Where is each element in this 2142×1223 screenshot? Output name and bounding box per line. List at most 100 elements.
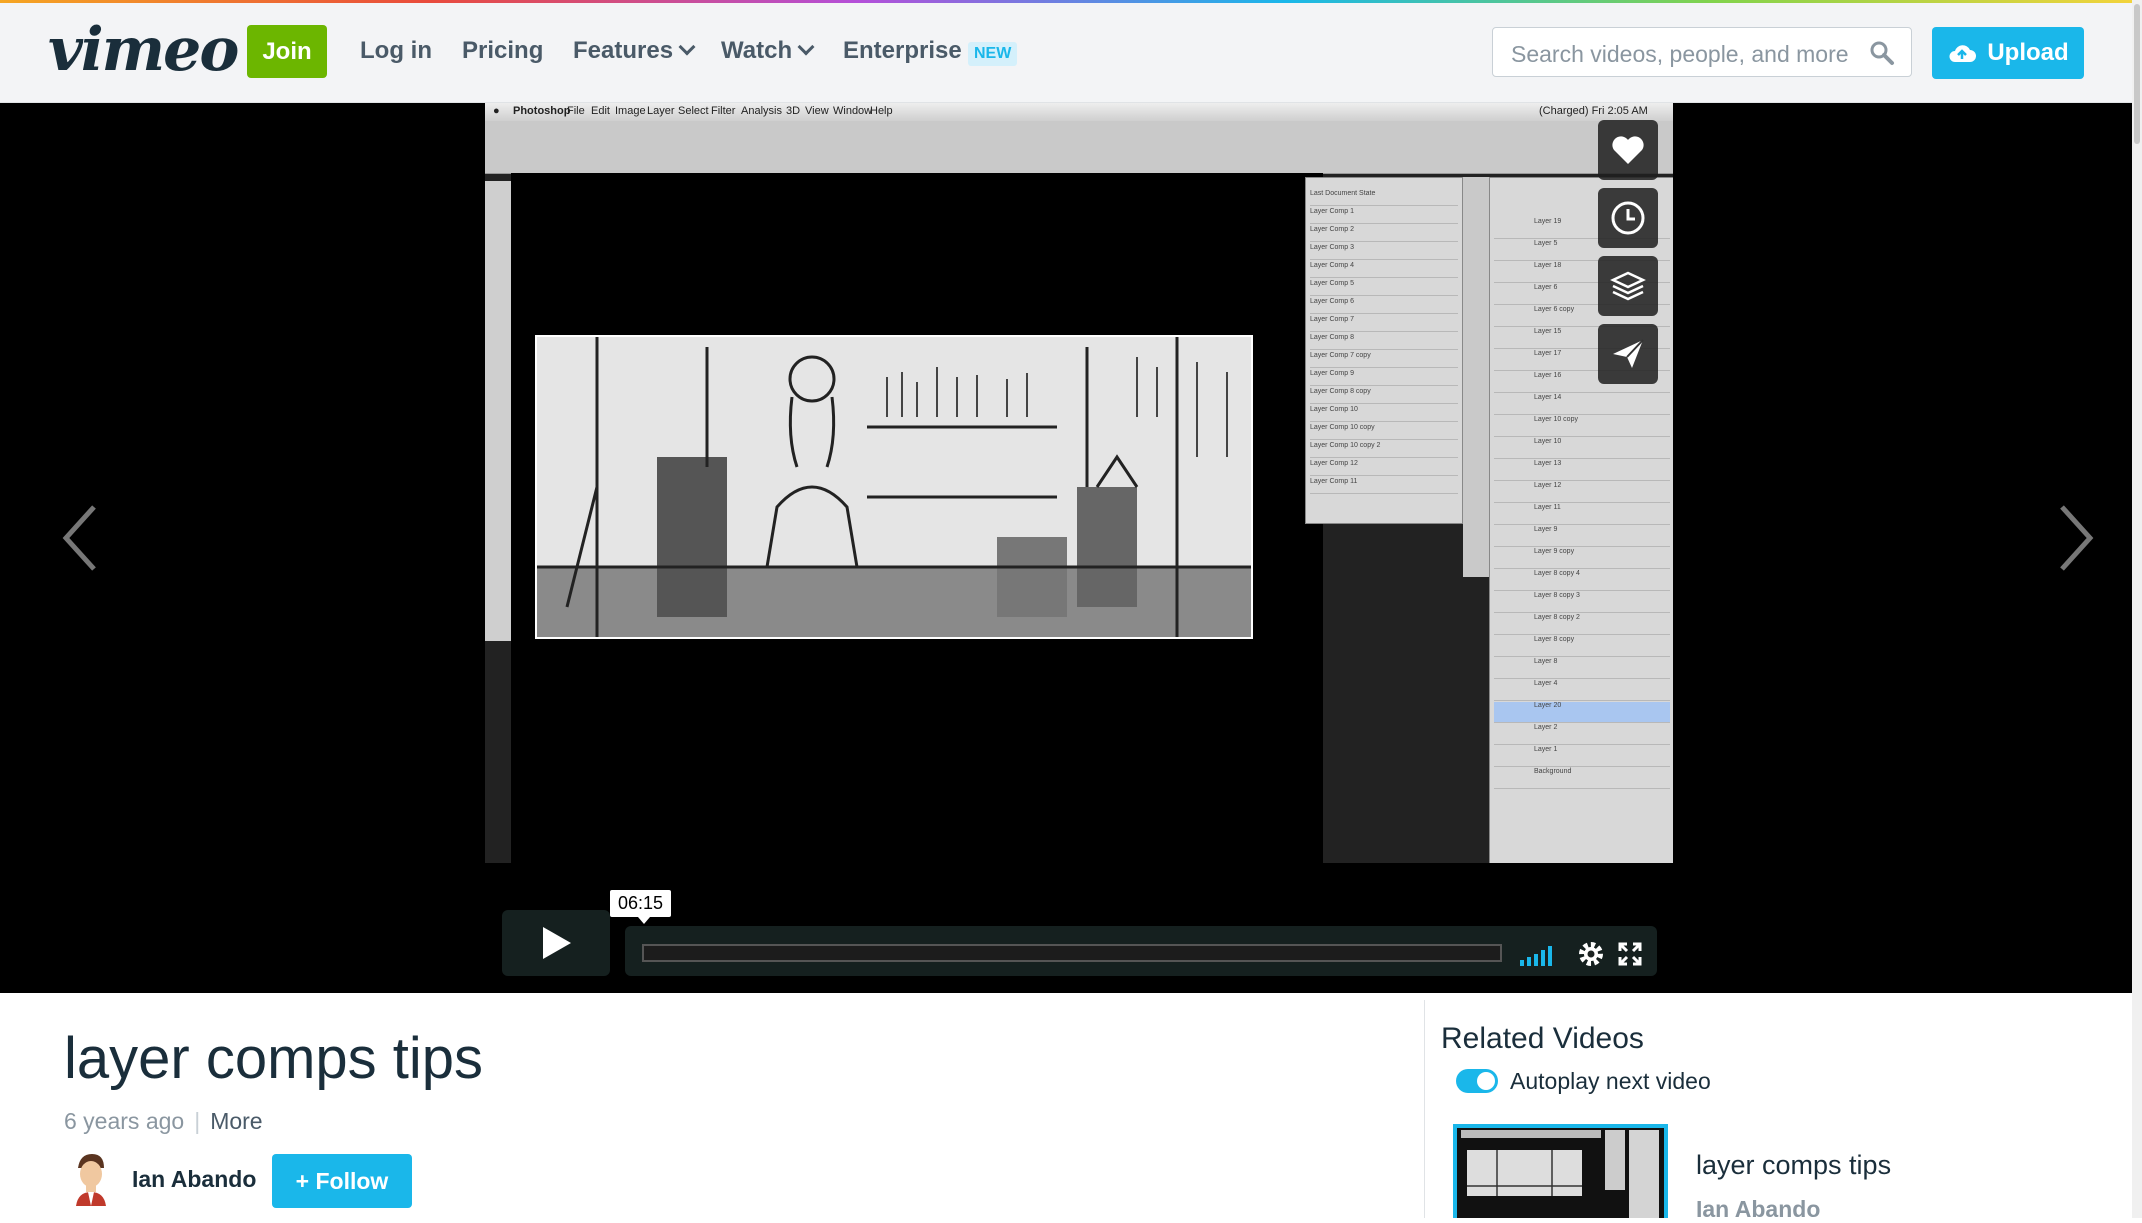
layer-comp-row: Layer Comp 7 copy (1310, 352, 1458, 368)
nav-watch[interactable]: Watch (721, 37, 815, 65)
follow-button[interactable]: + Follow (272, 1154, 412, 1208)
ps-status-text: (Charged) Fri 2:05 AM (1539, 105, 1648, 117)
settings-gear-icon[interactable] (1577, 940, 1605, 968)
sketch-drawing (537, 337, 1251, 637)
layer-comp-row: Layer Comp 4 (1310, 262, 1458, 278)
like-button[interactable] (1598, 120, 1658, 180)
layer-comp-row: Layer Comp 12 (1310, 460, 1458, 476)
ps-menu-item: Edit (591, 105, 610, 117)
layer-row: Layer 20 (1494, 702, 1670, 723)
ps-panel-icons (1463, 177, 1489, 577)
nav-login[interactable]: Log in (360, 37, 432, 65)
layer-row: Background (1494, 768, 1670, 789)
play-icon (543, 927, 571, 959)
related-video-thumbnail[interactable] (1453, 1124, 1668, 1218)
search-box[interactable] (1492, 27, 1912, 77)
layer-row: Layer 2 (1494, 724, 1670, 745)
vimeo-logo[interactable]: vimeo (48, 15, 239, 85)
ps-layer-comps-panel: Last Document State Layer Comp 1 Layer Com… (1305, 177, 1463, 524)
scrollbar-thumb[interactable] (2134, 4, 2140, 144)
layer-row: Layer 8 copy (1494, 636, 1670, 657)
ps-menu-item: Help (870, 105, 893, 117)
author-avatar[interactable] (66, 1150, 116, 1206)
video-age: 6 years ago (64, 1108, 185, 1134)
search-input[interactable] (1509, 38, 1853, 70)
related-video-title[interactable]: layer comps tips (1696, 1150, 1891, 1181)
video-frame: ● Photoshop File Edit Image Layer Select… (485, 103, 1673, 863)
upload-button[interactable]: Upload (1932, 27, 2084, 79)
meta-separator: | (194, 1108, 201, 1134)
layer-comp-row: Layer Comp 2 (1310, 226, 1458, 242)
layer-row: Layer 8 copy 3 (1494, 592, 1670, 613)
layer-comp-row: Layer Comp 8 copy (1310, 388, 1458, 404)
nav-enterprise[interactable]: Enterprise (843, 37, 962, 65)
layer-row: Layer 14 (1494, 394, 1670, 415)
sidebar-divider (1424, 1000, 1425, 1218)
layer-comp-row: Layer Comp 5 (1310, 280, 1458, 296)
layer-row: Layer 9 (1494, 526, 1670, 547)
ps-menu-item: Image (615, 105, 646, 117)
chevron-down-icon (797, 38, 815, 56)
layer-row: Layer 8 copy 2 (1494, 614, 1670, 635)
toggle-knob (1477, 1072, 1495, 1090)
layer-comp-row: Layer Comp 3 (1310, 244, 1458, 260)
ps-toolbox (485, 181, 511, 641)
progress-bar[interactable] (642, 944, 1502, 962)
layer-row: Layer 12 (1494, 482, 1670, 503)
next-video-arrow[interactable] (2056, 503, 2096, 573)
nav-watch-label: Watch (721, 37, 793, 64)
author-name[interactable]: Ian Abando (132, 1166, 256, 1193)
layer-row: Layer 8 (1494, 658, 1670, 679)
apple-icon: ● (493, 105, 500, 117)
layer-comp-row: Layer Comp 11 (1310, 478, 1458, 494)
cloud-upload-icon (1949, 45, 1977, 62)
autoplay-toggle[interactable] (1456, 1069, 1498, 1093)
current-time-tooltip: 06:15 (610, 890, 672, 924)
search-icon[interactable] (1869, 40, 1895, 66)
ps-options-bar (485, 121, 1673, 174)
fullscreen-icon[interactable] (1618, 942, 1642, 966)
share-button[interactable] (1598, 324, 1658, 384)
watch-later-button[interactable] (1598, 188, 1658, 248)
volume-icon[interactable] (1520, 944, 1558, 966)
clock-icon (1611, 201, 1645, 235)
layers-icon (1610, 271, 1646, 301)
collections-button[interactable] (1598, 256, 1658, 316)
ps-menu-item: Layer (647, 105, 675, 117)
layer-comp-row: Layer Comp 8 (1310, 334, 1458, 350)
site-header: vimeo Join Log in Pricing Features Watch… (0, 3, 2142, 103)
join-button[interactable]: Join (247, 25, 327, 78)
nav-pricing[interactable]: Pricing (462, 37, 543, 65)
layer-row: Layer 13 (1494, 460, 1670, 481)
ps-menu-item: Photoshop (513, 105, 571, 117)
layer-row: Layer 9 copy (1494, 548, 1670, 569)
layer-row: Layer 4 (1494, 680, 1670, 701)
nav-features[interactable]: Features (573, 37, 696, 65)
new-badge: NEW (968, 42, 1018, 66)
ps-menu-item: Analysis (741, 105, 782, 117)
video-meta: 6 years ago | More (64, 1108, 263, 1135)
ps-menu-item: File (567, 105, 585, 117)
heart-icon (1612, 136, 1644, 164)
more-link[interactable]: More (210, 1108, 262, 1134)
thumbnail-image (1457, 1128, 1664, 1218)
related-video-author[interactable]: Ian Abando (1696, 1196, 1820, 1223)
paper-plane-icon (1613, 339, 1644, 368)
layer-comp-row: Layer Comp 10 (1310, 406, 1458, 422)
previous-video-arrow[interactable] (60, 503, 100, 573)
layer-comp-row: Layer Comp 1 (1310, 208, 1458, 224)
storyboard-sketch (535, 335, 1253, 639)
layer-row: Layer 10 copy (1494, 416, 1670, 437)
layer-row: Layer 10 (1494, 438, 1670, 459)
nav-features-label: Features (573, 37, 674, 64)
page-scrollbar[interactable] (2132, 0, 2142, 1218)
layer-comp-row: Layer Comp 6 (1310, 298, 1458, 314)
layer-comp-row: Layer Comp 10 copy (1310, 424, 1458, 440)
ps-menu-item: Select (678, 105, 709, 117)
video-player[interactable]: ● Photoshop File Edit Image Layer Select… (0, 103, 2132, 993)
video-title: layer comps tips (64, 1026, 484, 1091)
upload-label: Upload (1987, 39, 2069, 66)
play-button[interactable] (502, 910, 610, 976)
player-controls: 06:15 (0, 890, 2132, 980)
related-videos-heading: Related Videos (1441, 1022, 1644, 1055)
